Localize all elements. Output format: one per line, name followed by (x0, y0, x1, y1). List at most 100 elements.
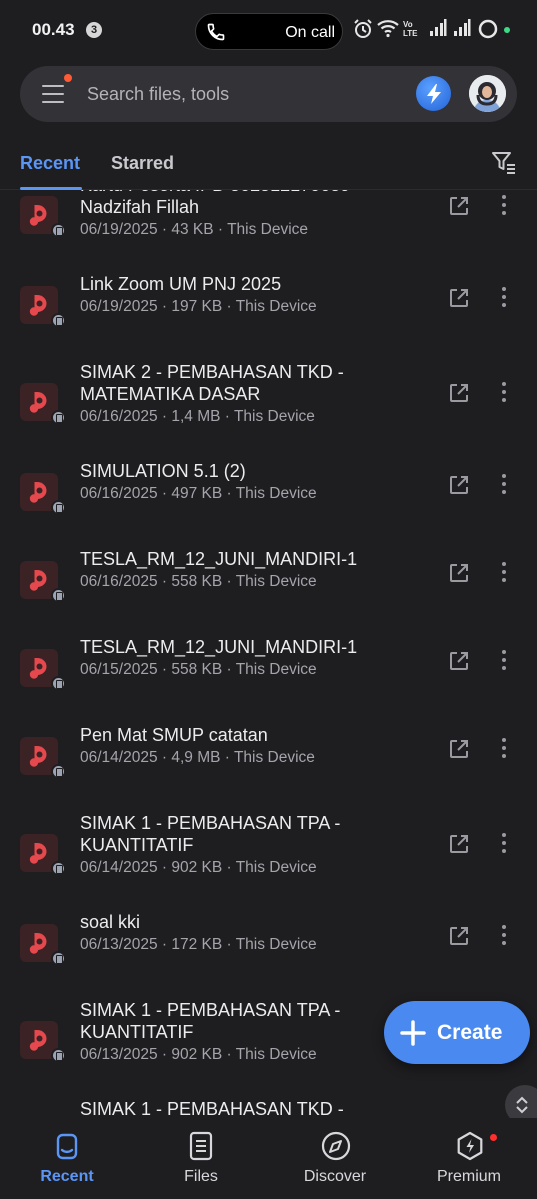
file-list-item[interactable]: soal kki 06/13/2025 · 172 KB · This Devic… (0, 899, 537, 987)
pdf-logo-icon (29, 570, 47, 591)
files-document-icon (189, 1131, 213, 1161)
search-bar[interactable]: Search files, tools (20, 66, 517, 122)
signal-icon (430, 19, 447, 36)
file-title: SIMAK 1 - PEMBAHASAN TKD - MATEMATIKA DA… (80, 1099, 344, 1118)
status-time: 00.43 (32, 20, 75, 39)
device-storage-icon (51, 410, 66, 425)
file-title: SIMULATION 5.1 (2) (80, 461, 246, 481)
device-storage-icon (51, 223, 66, 238)
device-storage-icon (51, 588, 66, 603)
premium-notification-dot (490, 1134, 497, 1141)
on-call-pill[interactable]: On call (195, 13, 343, 50)
wifi-icon (377, 20, 399, 38)
file-title: Pen Mat SMUP catatan (80, 725, 268, 745)
file-list-item[interactable]: Pen Mat SMUP catatan 06/14/2025 · 4,9 MB … (0, 712, 537, 800)
nav-recent-label: Recent (40, 1168, 94, 1185)
lightning-bolt-button[interactable] (416, 76, 451, 111)
premium-bolt-icon (457, 1131, 483, 1161)
file-list-item[interactable]: SIMULATION 5.1 (2) 06/16/2025 · 497 KB · … (0, 448, 537, 536)
more-options-icon[interactable] (497, 382, 511, 404)
open-external-icon[interactable] (448, 738, 470, 760)
file-list-item[interactable]: Link Zoom UM PNJ 2025 06/19/2025 · 197 KB… (0, 261, 537, 349)
open-external-icon[interactable] (448, 650, 470, 672)
pdf-logo-icon (29, 1030, 47, 1051)
file-meta: 06/14/2025 · 4,9 MB · This Device (80, 749, 315, 766)
menu-notification-dot (64, 74, 72, 82)
file-meta: 06/19/2025 · 43 KB · This Device (80, 221, 309, 238)
recent-files-list[interactable]: Kartu Peserta IPB-502512170689-Nadzifah … (0, 190, 537, 1118)
lightning-bolt-icon (427, 84, 441, 104)
file-list-item[interactable]: SIMAK 2 - PEMBAHASAN TKD - MATEMATIKA DA… (0, 349, 537, 448)
file-title: SIMAK 1 - PEMBAHASAN TPA - KUANTITATIF (80, 813, 341, 855)
hamburger-menu-icon[interactable] (42, 83, 64, 105)
open-external-icon[interactable] (448, 382, 470, 404)
file-meta: 06/16/2025 · 558 KB · This Device (80, 573, 317, 590)
compass-icon (321, 1131, 351, 1161)
file-list-item[interactable]: SIMAK 1 - PEMBAHASAN TPA - KUANTITATIF 06… (0, 800, 537, 899)
nav-files-label: Files (184, 1168, 218, 1185)
tab-bar: Recent Starred (0, 138, 537, 190)
open-external-icon[interactable] (448, 474, 470, 496)
avatar-photo-icon (469, 75, 506, 112)
file-title: Link Zoom UM PNJ 2025 (80, 274, 282, 294)
notification-count-badge: 3 (86, 22, 102, 38)
more-options-icon[interactable] (497, 195, 511, 217)
pdf-logo-icon (29, 933, 47, 954)
filter-icon[interactable] (491, 150, 517, 176)
tab-starred[interactable]: Starred (111, 153, 174, 174)
device-storage-icon (51, 313, 66, 328)
more-options-icon[interactable] (497, 833, 511, 855)
file-meta: 06/13/2025 · 902 KB · This Device (80, 1046, 317, 1063)
on-call-label: On call (285, 24, 335, 41)
open-external-icon[interactable] (448, 195, 470, 217)
file-meta: 06/13/2025 · 172 KB · This Device (80, 936, 317, 953)
nav-recent[interactable]: Recent (0, 1118, 134, 1199)
scroll-arrows-icon (516, 1096, 528, 1114)
file-list-item[interactable]: SIMAK 1 - PEMBAHASAN TKD - MATEMATIKA DA… (0, 1086, 537, 1118)
create-button[interactable]: Create (384, 1001, 530, 1064)
phone-icon (207, 23, 225, 41)
file-title: Kartu Peserta IPB-502512170689-Nadzifah … (80, 190, 356, 217)
more-options-icon[interactable] (497, 474, 511, 496)
battery-ring-icon (478, 19, 498, 39)
file-title: soal kki (80, 912, 141, 932)
more-options-icon[interactable] (497, 562, 511, 584)
file-title: TESLA_RM_12_JUNI_MANDIRI-1 (80, 637, 358, 657)
plus-icon (400, 1020, 426, 1046)
device-storage-icon (51, 500, 66, 515)
recent-home-icon (56, 1133, 78, 1160)
more-options-icon[interactable] (497, 287, 511, 309)
pdf-logo-icon (29, 205, 47, 226)
pdf-logo-icon (29, 843, 47, 864)
pdf-logo-icon (29, 482, 47, 503)
search-input[interactable]: Search files, tools (87, 84, 229, 105)
file-list-item[interactable]: Kartu Peserta IPB-502512170689-Nadzifah … (0, 190, 537, 261)
avatar[interactable] (469, 75, 506, 112)
status-bar: 00.43 3 On call Vo LTE (0, 0, 537, 62)
file-list-item[interactable]: TESLA_RM_12_JUNI_MANDIRI-1 06/16/2025 · 5… (0, 536, 537, 624)
nav-discover[interactable]: Discover (268, 1118, 402, 1199)
volte-icon: Vo LTE (403, 20, 418, 38)
signal-icon (454, 19, 471, 36)
nav-premium[interactable]: Premium (402, 1118, 536, 1199)
open-external-icon[interactable] (448, 833, 470, 855)
bottom-navigation: Recent Files Discover Premium (0, 1118, 537, 1199)
create-label: Create (437, 1021, 503, 1044)
more-options-icon[interactable] (497, 925, 511, 947)
open-external-icon[interactable] (448, 287, 470, 309)
file-meta: 06/15/2025 · 558 KB · This Device (80, 661, 317, 678)
tab-recent[interactable]: Recent (20, 153, 80, 174)
file-meta: 06/16/2025 · 1,4 MB · This Device (80, 408, 315, 425)
charging-dot-icon (504, 27, 510, 33)
nav-files[interactable]: Files (134, 1118, 268, 1199)
file-title: SIMAK 2 - PEMBAHASAN TKD - MATEMATIKA DA… (80, 362, 344, 404)
more-options-icon[interactable] (497, 738, 511, 760)
file-list-item[interactable]: TESLA_RM_12_JUNI_MANDIRI-1 06/15/2025 · 5… (0, 624, 537, 712)
file-meta: 06/14/2025 · 902 KB · This Device (80, 859, 317, 876)
open-external-icon[interactable] (448, 562, 470, 584)
status-icons: Vo LTE (353, 18, 525, 42)
open-external-icon[interactable] (448, 925, 470, 947)
nav-discover-label: Discover (303, 1168, 367, 1185)
more-options-icon[interactable] (497, 650, 511, 672)
pdf-logo-icon (29, 392, 47, 413)
